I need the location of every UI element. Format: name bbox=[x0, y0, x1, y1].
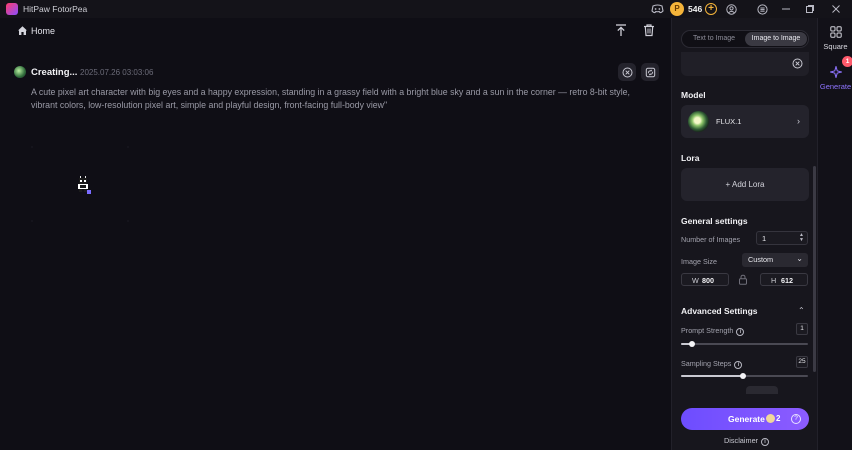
width-letter: W bbox=[692, 276, 699, 285]
square-grid-icon[interactable] bbox=[830, 26, 842, 38]
home-link[interactable]: Home bbox=[31, 26, 55, 36]
height-field[interactable]: H 612 bbox=[760, 273, 808, 286]
pixel-character-preview bbox=[74, 176, 92, 194]
notification-badge: 1 bbox=[842, 56, 852, 67]
width-value: 800 bbox=[702, 276, 714, 285]
trash-icon[interactable] bbox=[642, 23, 656, 37]
sparkle-icon[interactable] bbox=[828, 64, 844, 80]
user-icon[interactable] bbox=[725, 3, 737, 15]
add-lora-button[interactable]: + Add Lora bbox=[681, 168, 809, 201]
upload-icon[interactable] bbox=[614, 23, 628, 37]
sampling-steps-slider[interactable] bbox=[681, 373, 808, 379]
chevron-right-icon: › bbox=[797, 116, 800, 126]
settings-panel: Text to Image Image to Image Model FLUX.… bbox=[671, 18, 817, 450]
app-title: HitPaw FotorPea bbox=[23, 4, 88, 14]
stepper-arrows-icon[interactable]: ▲ ▼ bbox=[799, 233, 804, 243]
maximize-icon[interactable] bbox=[804, 3, 816, 15]
image-input-area[interactable] bbox=[681, 52, 809, 76]
height-letter: H bbox=[771, 276, 777, 285]
prompt-strength-label: Prompt Strength i bbox=[681, 326, 745, 336]
tab-text-to-image[interactable]: Text to Image bbox=[684, 32, 744, 46]
image-size-label: Image Size bbox=[681, 257, 717, 266]
rail-square-label[interactable]: Square bbox=[818, 42, 852, 51]
settings-icon[interactable] bbox=[756, 3, 768, 15]
generate-button[interactable]: Generate 2 ? bbox=[681, 408, 809, 430]
rail-generate-label[interactable]: Generate bbox=[818, 82, 852, 91]
slider-fill bbox=[681, 375, 744, 377]
slider-thumb[interactable] bbox=[740, 373, 747, 379]
cancel-icon bbox=[622, 67, 632, 77]
generate-cost: 2 bbox=[776, 414, 781, 423]
task-model-avatar bbox=[14, 66, 26, 78]
height-value: 612 bbox=[781, 276, 793, 285]
close-icon[interactable] bbox=[830, 3, 842, 15]
advanced-settings-title: Advanced Settings bbox=[681, 306, 758, 316]
image-size-select[interactable]: Custom ⌄ bbox=[742, 253, 808, 267]
app-logo bbox=[6, 3, 18, 15]
panel-scrollbar[interactable] bbox=[813, 166, 816, 372]
home-icon[interactable] bbox=[17, 25, 28, 36]
task-status: Creating... bbox=[31, 67, 78, 78]
coin-icon: P bbox=[670, 2, 684, 16]
slider-thumb[interactable] bbox=[689, 341, 696, 347]
tab-image-to-image[interactable]: Image to Image bbox=[745, 32, 807, 46]
info-icon[interactable]: i bbox=[736, 328, 745, 336]
help-icon[interactable]: ? bbox=[791, 414, 801, 424]
lock-icon[interactable] bbox=[738, 274, 748, 285]
info-icon: i bbox=[761, 438, 770, 446]
main-area: Home Creating... 2025.07.26 03:03:06 A c… bbox=[0, 18, 671, 450]
title-bar: HitPaw FotorPea P 546 + bbox=[0, 0, 852, 18]
mode-tabs: Text to Image Image to Image bbox=[681, 30, 809, 48]
chevron-down-icon: ⌄ bbox=[796, 254, 803, 263]
minimize-icon[interactable] bbox=[780, 3, 792, 15]
coin-balance: 546 bbox=[688, 4, 703, 14]
clear-icon[interactable] bbox=[792, 58, 803, 69]
task-timestamp: 2025.07.26 03:03:06 bbox=[80, 68, 154, 77]
sampling-steps-label: Sampling Steps i bbox=[681, 359, 743, 369]
model-selector[interactable]: FLUX.1 › bbox=[681, 105, 809, 138]
task-prompt: A cute pixel art character with big eyes… bbox=[31, 87, 630, 110]
lora-section-title: Lora bbox=[681, 153, 700, 163]
number-of-images-label: Number of Images bbox=[681, 235, 741, 244]
chevron-up-icon[interactable]: ⌃ bbox=[798, 306, 805, 315]
model-thumbnail bbox=[688, 111, 709, 132]
number-of-images-stepper[interactable]: 1 ▲ ▼ bbox=[756, 231, 808, 245]
disclaimer-link[interactable]: Disclaimer i bbox=[724, 436, 770, 446]
generate-label: Generate bbox=[728, 414, 765, 424]
next-setting-partial bbox=[746, 386, 778, 394]
add-coin-icon[interactable]: + bbox=[705, 3, 717, 15]
retry-task-button[interactable] bbox=[641, 63, 659, 81]
discord-icon[interactable] bbox=[650, 3, 664, 15]
model-name: FLUX.1 bbox=[716, 117, 742, 126]
retry-icon bbox=[645, 67, 655, 77]
number-of-images-value: 1 bbox=[762, 234, 767, 243]
prompt-strength-slider[interactable] bbox=[681, 341, 808, 347]
model-section-title: Model bbox=[681, 90, 706, 100]
image-size-value: Custom bbox=[748, 255, 774, 264]
sampling-steps-value[interactable]: 25 bbox=[796, 356, 808, 368]
cancel-task-button[interactable] bbox=[618, 63, 636, 81]
width-field[interactable]: W 800 bbox=[681, 273, 729, 286]
prompt-strength-value[interactable]: 1 bbox=[796, 323, 808, 335]
top-bar: Home bbox=[0, 18, 671, 44]
general-settings-title: General settings bbox=[681, 216, 748, 226]
info-icon[interactable]: i bbox=[734, 361, 743, 369]
right-rail: Square 1 Generate bbox=[817, 18, 852, 450]
coin-icon bbox=[766, 414, 775, 423]
